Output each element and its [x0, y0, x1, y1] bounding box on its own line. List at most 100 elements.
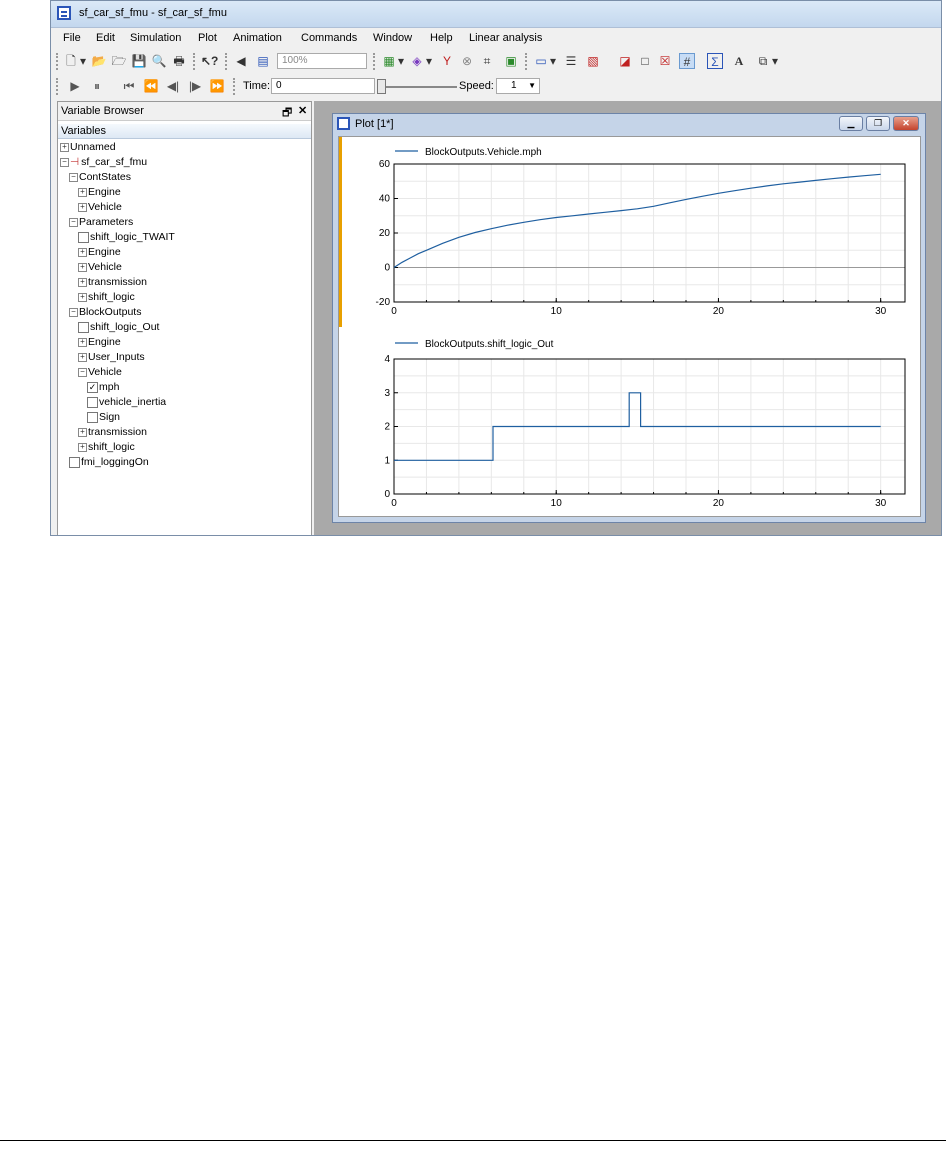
- checkbox[interactable]: ✓: [87, 381, 98, 393]
- plot-window-icon[interactable]: ▤: [255, 53, 271, 69]
- print-icon[interactable]: 🖶: [171, 53, 187, 69]
- expand-icon[interactable]: +: [78, 337, 87, 347]
- expand-icon[interactable]: +: [78, 442, 87, 452]
- minimize-icon[interactable]: ▁: [839, 116, 863, 131]
- tree-item[interactable]: shift_logic_Out: [78, 320, 159, 335]
- erase-icon[interactable]: ◪: [617, 53, 633, 69]
- speed-select[interactable]: 1 ▼: [496, 78, 540, 94]
- menu-edit[interactable]: Edit: [96, 32, 115, 44]
- cancel-icon[interactable]: ⊗: [459, 53, 475, 69]
- open-icon[interactable]: 🗁: [111, 53, 127, 69]
- expand-icon[interactable]: +: [78, 247, 87, 257]
- expand-icon[interactable]: +: [78, 187, 87, 197]
- copy-icon[interactable]: ⧉: [755, 53, 771, 69]
- delete-diagram-icon[interactable]: ☒: [657, 53, 673, 69]
- tree-item[interactable]: ✓ mph: [87, 380, 119, 395]
- expand-icon[interactable]: +: [78, 262, 87, 272]
- tree-item[interactable]: − Vehicle: [78, 365, 122, 380]
- expand-icon[interactable]: +: [60, 142, 69, 152]
- save-icon[interactable]: 💾: [131, 53, 147, 69]
- tree-item[interactable]: − ContStates: [69, 170, 131, 185]
- tree-item[interactable]: + transmission: [78, 425, 147, 440]
- fast-reverse-icon[interactable]: ⏪: [143, 78, 159, 94]
- new-file-icon[interactable]: 🗋: [63, 53, 79, 69]
- step-back-icon[interactable]: ◀|: [165, 78, 181, 94]
- sum-icon[interactable]: Σ: [707, 53, 723, 69]
- dropdown-arrow-icon[interactable]: ▾: [397, 53, 405, 69]
- menu-plot[interactable]: Plot: [198, 32, 217, 44]
- tree-item[interactable]: vehicle_inertia: [87, 395, 166, 410]
- expand-icon[interactable]: +: [78, 202, 87, 212]
- restore-icon[interactable]: ❐: [866, 116, 890, 131]
- 3d-icon[interactable]: ▣: [503, 53, 519, 69]
- time-input[interactable]: 0: [271, 78, 375, 94]
- float-panel-icon[interactable]: 🗗: [282, 104, 292, 123]
- collapse-icon[interactable]: −: [60, 157, 69, 167]
- layers-icon[interactable]: ◈: [409, 53, 425, 69]
- menu-simulation[interactable]: Simulation: [130, 32, 181, 44]
- menu-file[interactable]: File: [63, 32, 81, 44]
- menu-commands[interactable]: Commands: [301, 32, 357, 44]
- search-icon[interactable]: 🔍: [151, 53, 167, 69]
- checkbox[interactable]: [78, 231, 89, 243]
- time-slider-thumb[interactable]: [377, 79, 386, 94]
- tree-item[interactable]: shift_logic_TWAIT: [78, 230, 175, 245]
- zoom-select[interactable]: 100%: [277, 53, 367, 69]
- tree-item[interactable]: − Parameters: [69, 215, 133, 230]
- tree-item[interactable]: + Engine: [78, 245, 121, 260]
- expand-icon[interactable]: +: [78, 292, 87, 302]
- checkbox[interactable]: [87, 396, 98, 408]
- close-window-icon[interactable]: ✕: [893, 116, 919, 131]
- dropdown-arrow-icon[interactable]: ▾: [771, 53, 779, 69]
- tree-item[interactable]: Sign: [87, 410, 120, 425]
- expand-icon[interactable]: +: [78, 277, 87, 287]
- help-icon[interactable]: ↖?: [201, 53, 218, 69]
- checkbox[interactable]: [78, 321, 89, 333]
- collapse-icon[interactable]: −: [69, 307, 78, 317]
- split-rows-icon[interactable]: ☰: [563, 53, 579, 69]
- variables-column-header[interactable]: Variables: [58, 124, 311, 139]
- rescale-icon[interactable]: ▧: [585, 53, 601, 69]
- tree-item[interactable]: + Engine: [78, 335, 121, 350]
- tree-item[interactable]: − ⊣ sf_car_sf_fmu: [60, 155, 147, 170]
- dropdown-arrow-icon[interactable]: ▾: [425, 53, 433, 69]
- close-icon[interactable]: ✕: [298, 104, 307, 117]
- fit-icon[interactable]: ⌗: [479, 53, 495, 69]
- function-icon[interactable]: Y: [439, 53, 455, 69]
- tree-item[interactable]: + shift_logic: [78, 290, 135, 305]
- step-forward-icon[interactable]: |▶: [187, 78, 203, 94]
- window-rect-icon[interactable]: □: [637, 53, 653, 69]
- shift-logic-chart[interactable]: BlockOutputs.shift_logic_Out 0 10 20 30 0 1 2 3 4: [339, 329, 920, 516]
- tree-item[interactable]: − BlockOutputs: [69, 305, 141, 320]
- tree-item[interactable]: fmi_loggingOn: [69, 455, 149, 470]
- rewind-start-icon[interactable]: ⏮: [121, 78, 137, 94]
- time-slider-track[interactable]: [377, 86, 457, 88]
- vehicle-mph-chart[interactable]: BlockOutputs.Vehicle.mph0 10 20 30-20020406…: [339, 137, 920, 327]
- grid-icon[interactable]: #: [679, 53, 695, 69]
- collapse-icon[interactable]: −: [78, 367, 87, 377]
- tree-item[interactable]: + shift_logic: [78, 440, 135, 455]
- collapse-icon[interactable]: −: [69, 172, 78, 182]
- menu-animation[interactable]: Animation: [233, 32, 282, 44]
- back-arrow-icon[interactable]: ◀: [233, 53, 249, 69]
- tree-item[interactable]: + Vehicle: [78, 200, 122, 215]
- tree-item[interactable]: + Unnamed: [60, 140, 116, 155]
- menu-window[interactable]: Window: [373, 32, 412, 44]
- tree-item[interactable]: + Vehicle: [78, 260, 122, 275]
- tree-item[interactable]: + User_Inputs: [78, 350, 145, 365]
- dropdown-arrow-icon[interactable]: ▾: [79, 53, 87, 69]
- checkbox[interactable]: [69, 456, 80, 468]
- menu-linear-analysis[interactable]: Linear analysis: [469, 32, 542, 44]
- open-folder-icon[interactable]: 📂: [91, 53, 107, 69]
- expand-icon[interactable]: +: [78, 427, 87, 437]
- play-icon[interactable]: ▶: [67, 78, 83, 94]
- tree-item[interactable]: + Engine: [78, 185, 121, 200]
- collapse-icon[interactable]: −: [69, 217, 78, 227]
- fast-forward-icon[interactable]: ⏩: [209, 78, 225, 94]
- menu-help[interactable]: Help: [430, 32, 453, 44]
- plot-setup-icon[interactable]: ▭: [533, 53, 549, 69]
- checkbox[interactable]: [87, 411, 98, 423]
- pause-icon[interactable]: ⏸: [89, 78, 105, 94]
- tree-item[interactable]: + transmission: [78, 275, 147, 290]
- text-icon[interactable]: A: [731, 53, 747, 69]
